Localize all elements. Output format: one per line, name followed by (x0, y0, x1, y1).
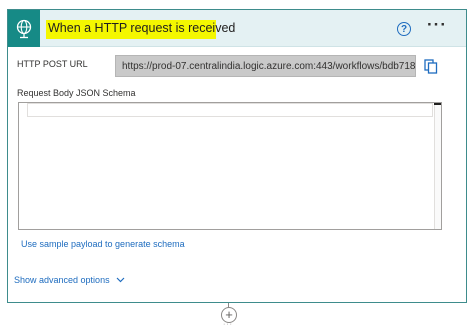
schema-scrollbar[interactable] (434, 103, 441, 229)
trigger-title[interactable]: When a HTTP request is received (48, 21, 235, 35)
more-options-button[interactable]: ··· (425, 15, 449, 37)
http-post-url-label: HTTP POST URL (17, 59, 88, 69)
show-advanced-options-toggle[interactable]: Show advanced options (14, 275, 125, 285)
help-icon[interactable]: ? (397, 22, 411, 36)
copy-icon[interactable] (424, 59, 438, 74)
trigger-header[interactable]: When a HTTP request is received ? ··· (8, 10, 466, 47)
schema-scrollbar-thumb[interactable] (434, 103, 441, 105)
schema-label: Request Body JSON Schema (17, 88, 136, 98)
connector-dots: ··· (223, 321, 233, 328)
http-post-url-field[interactable]: https://prod-07.centralindia.logic.azure… (115, 55, 416, 77)
globe-request-icon (16, 19, 32, 38)
advanced-options-label: Show advanced options (14, 275, 110, 285)
schema-editor-current-line (27, 103, 433, 117)
trigger-icon-tile (8, 10, 40, 47)
schema-editor[interactable] (18, 102, 442, 230)
chevron-down-icon (116, 277, 125, 283)
sample-payload-link[interactable]: Use sample payload to generate schema (21, 239, 185, 249)
http-trigger-card: When a HTTP request is received ? ··· HT… (7, 9, 467, 303)
